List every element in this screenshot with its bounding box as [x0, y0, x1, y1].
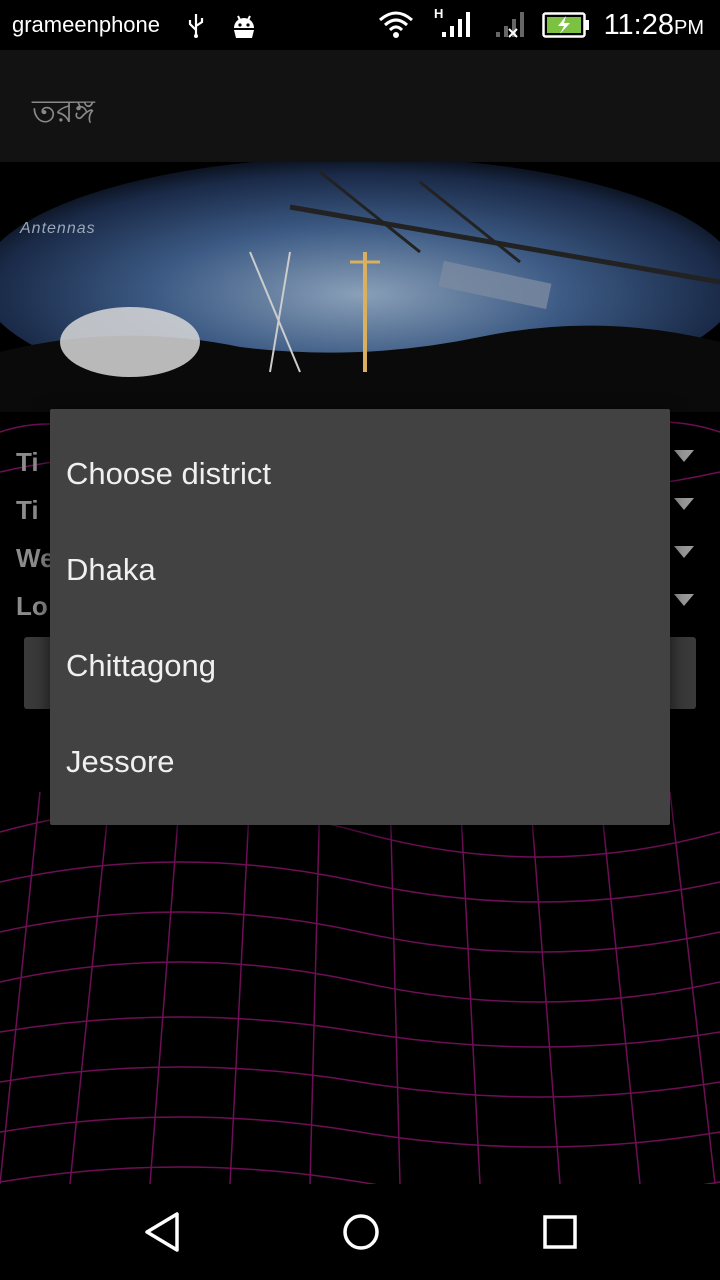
wifi-icon — [379, 11, 413, 38]
recents-icon[interactable] — [536, 1208, 584, 1256]
back-icon[interactable] — [139, 1208, 187, 1256]
no-signal-icon — [496, 12, 524, 38]
banner-caption: Antennas — [20, 220, 96, 237]
weather-row-label: We — [16, 543, 55, 573]
usb-icon — [188, 14, 204, 38]
district-select-dialog: Choose district Dhaka Chittagong Jessore — [50, 409, 670, 825]
dropdown-arrow-icon[interactable] — [674, 594, 694, 606]
option-label: Choose district — [66, 456, 272, 491]
antennas-illustration — [0, 162, 720, 412]
time-row-label-2: Ti — [16, 495, 39, 525]
carrier-name: grameenphone — [12, 12, 161, 37]
app-title: তরঙ্গ — [32, 92, 95, 130]
dropdown-arrow-icon[interactable] — [674, 546, 694, 558]
home-icon[interactable] — [337, 1208, 385, 1256]
signal-icon — [442, 12, 470, 37]
option-dhaka[interactable]: Dhaka — [50, 522, 670, 618]
clock: 11:28PM — [603, 9, 704, 41]
app-bar: তরঙ্গ — [0, 50, 720, 162]
navigation-bar — [0, 1184, 720, 1280]
option-label: Jessore — [66, 744, 175, 779]
battery-charging-icon — [542, 12, 589, 38]
time-row-label: Ti — [16, 447, 39, 477]
antennas-banner-image: Antennas — [0, 162, 720, 412]
option-label: Chittagong — [66, 648, 216, 683]
option-chittagong[interactable]: Chittagong — [50, 618, 670, 714]
dropdown-arrow-icon[interactable] — [674, 450, 694, 462]
status-bar: grameenphone H 11:28PM — [0, 0, 720, 50]
option-jessore[interactable]: Jessore — [50, 714, 670, 810]
location-row-label: Lo — [16, 591, 48, 621]
dropdown-arrow-icon[interactable] — [674, 498, 694, 510]
android-icon — [234, 15, 254, 38]
option-choose-district[interactable]: Choose district — [50, 426, 670, 522]
option-label: Dhaka — [66, 552, 156, 587]
